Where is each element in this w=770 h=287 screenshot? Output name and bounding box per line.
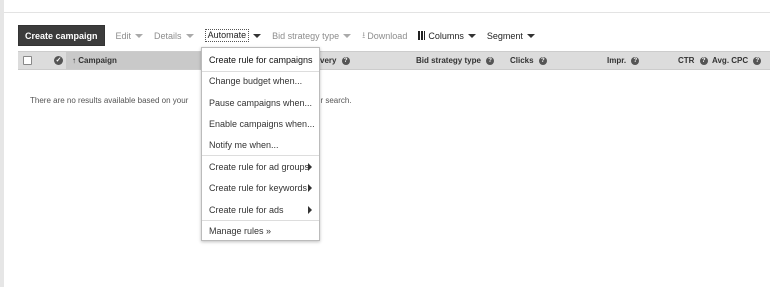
chevron-down-icon [526,33,535,38]
impr-header-label: Impr. [607,56,627,65]
chevron-down-icon [467,33,476,38]
menu-item-pause-campaigns[interactable]: Pause campaigns when... [209,96,315,110]
chevron-down-icon [343,33,352,38]
help-icon[interactable]: ? [699,57,708,65]
segment-label: Segment [486,30,523,41]
segment-menu-button[interactable]: Segment [487,25,535,46]
ctr-column-header[interactable]: CTR ? [678,52,708,69]
menu-divider [202,220,319,221]
clicks-column-header[interactable]: Clicks ? [510,52,547,69]
columns-label: Columns [428,30,464,41]
help-icon[interactable]: ? [486,57,495,65]
delivery-header-label: very [320,56,337,65]
campaign-header-label: Campaign [78,56,117,65]
chevron-down-icon [185,33,194,38]
chevron-down-icon [253,33,262,38]
menu-item-create-rule-ads[interactable]: Create rule for ads [209,203,315,217]
menu-divider [202,71,319,72]
avg-cpc-column-header[interactable]: Avg. CPC ? [712,52,762,69]
automate-menu-button[interactable]: Automate [204,25,262,46]
bid-strategy-label: Bid strategy type [272,30,340,41]
download-label: Download [367,30,408,41]
menu-item-create-rule-campaigns[interactable]: Create rule for campaigns [209,53,315,67]
menu-item-manage-rules[interactable]: Manage rules » [209,224,315,238]
details-menu-button[interactable]: Details [154,25,194,46]
columns-menu-button[interactable]: Columns [418,25,476,46]
empty-message-left: There are no results available based on … [30,96,189,105]
menu-item-change-budget[interactable]: Change budget when... [209,74,315,88]
chevron-right-icon [308,184,312,192]
menu-item-notify-me[interactable]: Notify me when... [209,138,315,152]
create-campaign-button[interactable]: Create campaign [18,25,105,46]
chevron-down-icon [135,33,144,38]
bid-strategy-column-header[interactable]: Bid strategy type ? [416,52,495,69]
edit-menu-button[interactable]: Edit [116,25,144,46]
toolbar: Create campaign Edit Details Automate Bi… [18,25,535,46]
campaign-column-header[interactable]: ↑ Campaign [72,52,117,69]
select-all-checkbox[interactable] [23,56,32,65]
bid-strategy-menu-button[interactable]: Bid strategy type [272,25,352,46]
clicks-header-label: Clicks [510,56,534,65]
chevron-right-icon [308,163,312,171]
avg-cpc-header-label: Avg. CPC [712,56,749,65]
menu-item-label: Create rule for ads [209,205,284,215]
sort-up-icon: ↑ [72,56,76,65]
table-header: ✓ ↑ Campaign very ? Bid strategy type ? … [18,51,770,70]
empty-results-message: There are no results available based on … [30,96,352,105]
help-icon[interactable]: ? [631,57,640,65]
bid-strategy-header-label: Bid strategy type [416,56,481,65]
edit-label: Edit [115,30,132,41]
status-icon: ✓ [54,56,63,65]
ctr-header-label: CTR [678,56,695,65]
automate-label: Automate [204,29,250,42]
menu-item-enable-campaigns[interactable]: Enable campaigns when... [209,117,315,131]
delivery-column-header[interactable]: very ? [320,52,350,69]
help-icon[interactable]: ? [753,57,762,65]
menu-item-label: Create rule for ad groups [209,162,310,172]
menu-item-create-rule-ad-groups[interactable]: Create rule for ad groups [209,160,315,174]
menu-item-create-rule-keywords[interactable]: Create rule for keywords [209,181,315,195]
automate-dropdown-menu: Create rule for campaigns Change budget … [201,47,320,241]
chevron-right-icon [308,206,312,214]
impr-column-header[interactable]: Impr. ? [607,52,640,69]
empty-message-right: ur search. [316,96,352,105]
top-divider [4,0,770,13]
download-button[interactable]: ⭳ Download [362,25,407,46]
menu-divider [202,155,319,156]
details-label: Details [154,30,182,41]
columns-icon [418,31,426,40]
help-icon[interactable]: ? [341,57,350,65]
help-icon[interactable]: ? [538,57,547,65]
download-icon: ⭳ [362,29,366,40]
page: Create campaign Edit Details Automate Bi… [0,0,770,287]
menu-item-label: Create rule for keywords [209,183,308,193]
